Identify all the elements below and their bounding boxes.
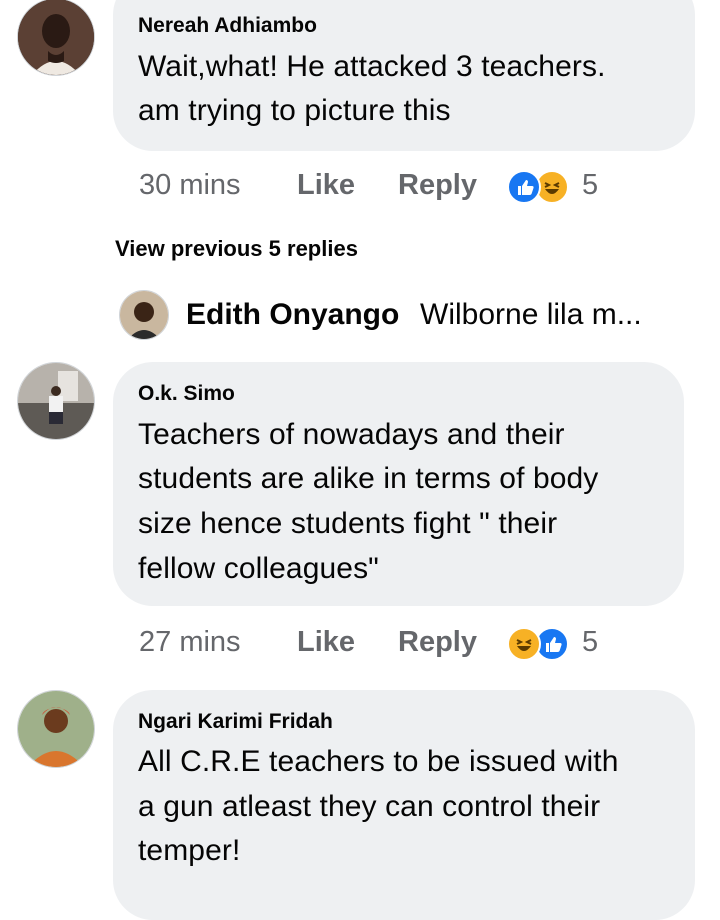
reaction-count: 5 bbox=[582, 626, 599, 658]
comment-author[interactable]: Nereah Adhiambo bbox=[138, 14, 317, 38]
comment-text-line: am trying to picture this bbox=[138, 94, 451, 127]
comment-text-line: temper! bbox=[138, 834, 241, 867]
comment-text-line: students are alike in terms of body bbox=[138, 462, 599, 495]
like-icon bbox=[507, 170, 541, 204]
comment-author[interactable]: O.k. Simo bbox=[138, 382, 235, 406]
reply-author[interactable]: Edith Onyango bbox=[186, 298, 399, 332]
avatar[interactable] bbox=[119, 290, 169, 340]
comment-timestamp: 30 mins bbox=[139, 169, 241, 201]
comment-author[interactable]: Ngari Karimi Fridah bbox=[138, 710, 333, 734]
comment-timestamp: 27 mins bbox=[139, 626, 241, 658]
comment-text-line: All C.R.E teachers to be issued with bbox=[138, 745, 619, 778]
haha-icon bbox=[507, 627, 541, 661]
comment-text-line: size hence students fight " their bbox=[138, 507, 558, 540]
reply-button[interactable]: Reply bbox=[398, 169, 477, 202]
reply-button[interactable]: Reply bbox=[398, 626, 477, 659]
avatar[interactable] bbox=[17, 690, 95, 768]
like-button[interactable]: Like bbox=[297, 169, 355, 202]
comment-text-line: fellow colleagues" bbox=[138, 552, 379, 585]
reaction-count: 5 bbox=[582, 169, 599, 201]
like-button[interactable]: Like bbox=[297, 626, 355, 659]
comment-text-line: a gun atleast they can control their bbox=[138, 790, 601, 823]
comment-text-line: Teachers of nowadays and their bbox=[138, 418, 565, 451]
view-previous-replies-link[interactable]: View previous 5 replies bbox=[115, 236, 358, 262]
avatar[interactable] bbox=[17, 362, 95, 440]
avatar[interactable] bbox=[17, 0, 95, 76]
comment-text-line: Wait,what! He attacked 3 teachers. bbox=[138, 50, 606, 83]
reply-snippet: Wilborne lila m... bbox=[420, 298, 642, 331]
